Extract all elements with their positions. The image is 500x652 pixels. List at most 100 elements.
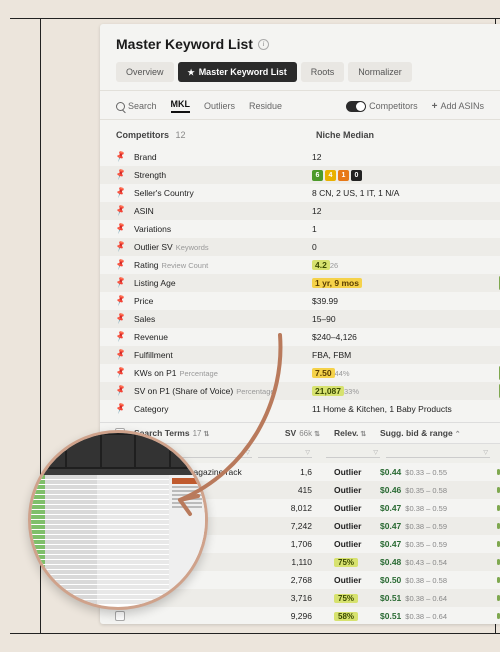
cell-sv: 415 — [260, 485, 320, 495]
stat-value: 12 — [300, 148, 500, 166]
search-icon — [116, 102, 125, 111]
funnel-icon: ▽ — [245, 449, 250, 456]
star-icon: ★ — [188, 68, 195, 77]
pin-icon[interactable]: 📌 — [115, 331, 127, 342]
stat-value: 11 Home & Kitchen, 1 Baby Products — [300, 400, 500, 418]
table-row[interactable]: 9,296 58% $0.51$0.38 – 0.64 — [100, 607, 500, 624]
sort-icon: ⇅ — [204, 431, 210, 438]
stat-row: 📌 RatingReview Count — [100, 256, 300, 274]
stat-row: 📌 Price — [100, 292, 300, 310]
toggle-competitors[interactable]: Competitors — [346, 101, 418, 112]
pin-icon[interactable]: 📌 — [115, 187, 127, 198]
cell-sugg: $0.48$0.43 – 0.54 — [380, 557, 490, 567]
stat-row: 📌 Sales — [100, 310, 300, 328]
pin-icon[interactable]: 📌 — [115, 313, 127, 324]
stat-value: FBA, FBM — [300, 346, 500, 364]
stat-value: 21,087 33% — [300, 382, 500, 400]
cell-sugg: $0.50$0.38 – 0.58 — [380, 575, 490, 585]
pin-icon[interactable]: 📌 — [115, 259, 127, 270]
cell-relev: 75% — [320, 557, 380, 567]
stat-value: 4.2 26 — [300, 256, 500, 274]
cell-relev: Outlier — [320, 521, 380, 531]
tab-normalizer[interactable]: Normalizer — [348, 62, 412, 82]
pin-icon[interactable]: 📌 — [115, 295, 127, 306]
pin-icon[interactable]: 📌 — [115, 385, 127, 396]
cell-relev: Outlier — [320, 539, 380, 549]
stat-row: 📌 Fulfillment — [100, 346, 300, 364]
pin-icon[interactable]: 📌 — [115, 241, 127, 252]
cell-sv: 1,110 — [260, 557, 320, 567]
stat-row: 📌 ASIN — [100, 202, 300, 220]
pin-icon[interactable]: 📌 — [115, 169, 127, 180]
stat-row: 📌 Brand — [100, 148, 300, 166]
filter-sugg[interactable]: ▽ — [386, 448, 490, 458]
row-checkbox[interactable] — [115, 611, 125, 621]
stat-value: 12 — [300, 202, 500, 220]
stat-value: 7.50 44% — [300, 364, 500, 382]
cell-relev: Outlier — [320, 467, 380, 477]
sub-nav: Search MKL Outliers Residue Competitors … — [100, 90, 500, 120]
stat-value: 1 yr, 9 mos — [300, 274, 500, 292]
stats-block: Competitors 12 📌 Brand📌 Strength📌 Seller… — [100, 120, 500, 422]
primary-tabs: Overview ★ Master Keyword List Roots Nor… — [116, 62, 484, 82]
col-sv[interactable]: SV66k⇅ — [260, 428, 320, 438]
stat-row: 📌 Revenue — [100, 328, 300, 346]
col-sugg[interactable]: Sugg. bid & range⌃ — [380, 428, 490, 438]
filter-sv[interactable]: ▽ — [258, 448, 312, 458]
add-asins-button[interactable]: + Add ASINs — [432, 101, 484, 112]
cell-sugg: $0.47$0.35 – 0.59 — [380, 539, 490, 549]
cell-sv: 7,242 — [260, 521, 320, 531]
subtab-mkl[interactable]: MKL — [171, 99, 191, 113]
pin-icon[interactable]: 📌 — [115, 277, 127, 288]
tab-roots[interactable]: Roots — [301, 62, 345, 82]
cell-relev: Outlier — [320, 503, 380, 513]
cell-sugg: $0.46$0.35 – 0.58 — [380, 485, 490, 495]
cell-sugg: $0.44$0.33 – 0.55 — [380, 467, 490, 477]
cell-sv: 1,706 — [260, 539, 320, 549]
col-relev[interactable]: Relev.⇅ — [320, 428, 380, 438]
spreadsheet-thumbnail — [28, 430, 208, 610]
stat-row: 📌 Category — [100, 400, 300, 418]
panel-header: Master Keyword List i Overview ★ Master … — [100, 24, 500, 90]
pin-icon[interactable]: 📌 — [115, 349, 127, 360]
stat-row: 📌 Outlier SVKeywords — [100, 238, 300, 256]
toggle-switch-icon — [346, 101, 366, 112]
subtab-search[interactable]: Search — [116, 101, 157, 111]
cell-sv: 2,768 — [260, 575, 320, 585]
niche-median-header: Niche Median — [300, 130, 500, 148]
stat-value: 8 CN, 2 US, 1 IT, 1 N/A — [300, 184, 500, 202]
tab-master-keyword-list[interactable]: ★ Master Keyword List — [178, 62, 297, 82]
subtab-outliers[interactable]: Outliers — [204, 101, 235, 111]
competitors-header: Competitors 12 — [100, 130, 300, 148]
page-title: Master Keyword List — [116, 36, 253, 52]
stat-value: 0 — [300, 238, 500, 256]
pin-icon[interactable]: 📌 — [115, 403, 127, 414]
info-icon[interactable]: i — [258, 39, 269, 50]
pin-icon[interactable]: 📌 — [115, 223, 127, 234]
cell-sv: 8,012 — [260, 503, 320, 513]
stat-row: 📌 Listing Age — [100, 274, 300, 292]
tab-mkl-label: Master Keyword List — [199, 67, 287, 77]
filter-relev[interactable]: ▽ — [326, 448, 380, 458]
stat-value: 1 — [300, 220, 500, 238]
stat-row: 📌 Strength — [100, 166, 300, 184]
stat-value: 15–90 — [300, 310, 500, 328]
pin-icon[interactable]: 📌 — [115, 205, 127, 216]
plus-icon: + — [432, 101, 438, 112]
cell-sugg: $0.51$0.38 – 0.64 — [380, 611, 490, 621]
stat-value: $240–4,126 — [300, 328, 500, 346]
cell-relev: 75% — [320, 593, 380, 603]
tab-overview[interactable]: Overview — [116, 62, 174, 82]
cell-sv: 9,296 — [260, 611, 320, 621]
stat-value: $39.99 — [300, 292, 500, 310]
cell-relev: 58% — [320, 611, 380, 621]
pin-icon[interactable]: 📌 — [115, 367, 127, 378]
cell-sugg: $0.47$0.38 – 0.59 — [380, 521, 490, 531]
pin-icon[interactable]: 📌 — [115, 151, 127, 162]
cell-sv: 3,716 — [260, 593, 320, 603]
cell-sugg: $0.47$0.38 – 0.59 — [380, 503, 490, 513]
cell-sugg: $0.51$0.38 – 0.64 — [380, 593, 490, 603]
subtab-residue[interactable]: Residue — [249, 101, 282, 111]
cell-relev: Outlier — [320, 575, 380, 585]
stat-row: 📌 Seller's Country — [100, 184, 300, 202]
